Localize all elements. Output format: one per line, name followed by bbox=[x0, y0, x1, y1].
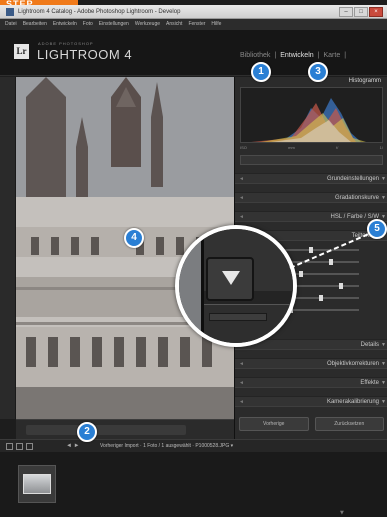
zoom-panel-body bbox=[204, 304, 293, 343]
filmstrip-toolbar: ◄ ► Vorheriger Import · 1 Foto / 1 ausge… bbox=[0, 439, 387, 452]
section-tone-curve[interactable]: Gradationskurve bbox=[235, 192, 387, 203]
filmstrip-thumbnail[interactable] bbox=[18, 465, 56, 503]
zoom-panel-control bbox=[209, 313, 267, 321]
menu-item-fenster[interactable]: Fenster bbox=[188, 19, 205, 30]
info-focal: mm bbox=[288, 145, 295, 150]
histogram-graph bbox=[241, 98, 366, 142]
histogram[interactable] bbox=[240, 87, 383, 143]
module-develop[interactable]: Entwickeln bbox=[280, 52, 313, 59]
product-name: LIGHTROOM 4 bbox=[37, 47, 133, 62]
histogram-title[interactable]: Histogramm bbox=[349, 78, 381, 84]
section-effects[interactable]: Effekte bbox=[235, 377, 387, 388]
panel-collapse-button[interactable] bbox=[206, 257, 254, 301]
zoom-callout bbox=[175, 225, 297, 347]
module-separator: | bbox=[317, 52, 320, 59]
window-1-icon[interactable] bbox=[6, 443, 13, 450]
step-marker-2: 2 bbox=[77, 422, 97, 442]
maximize-button[interactable]: □ bbox=[354, 7, 368, 17]
step-marker-4: 4 bbox=[124, 228, 144, 248]
module-separator: | bbox=[274, 52, 277, 59]
menu-bar: Datei Bearbeiten Entwickeln Foto Einstel… bbox=[0, 19, 387, 30]
step-marker-5: 5 bbox=[367, 219, 387, 239]
info-shutter: 1/ bbox=[379, 145, 383, 150]
section-camera-calibration[interactable]: Kamerakalibrierung bbox=[235, 396, 387, 407]
minimize-button[interactable]: – bbox=[339, 7, 353, 17]
panel-buttons: Vorherige Zurücksetzen bbox=[239, 417, 384, 431]
develop-tool-strip[interactable] bbox=[240, 155, 383, 165]
module-picker: Bibliothek | Entwickeln | Karte | bbox=[240, 52, 346, 59]
section-hsl[interactable]: HSL / Farbe / S/W bbox=[235, 211, 387, 222]
window-2-icon[interactable] bbox=[16, 443, 23, 450]
section-lens-corrections[interactable]: Objektivkorrekturen bbox=[235, 358, 387, 369]
step-marker-3: 3 bbox=[308, 62, 328, 82]
grid-icon[interactable] bbox=[26, 443, 33, 450]
triangle-down-icon bbox=[222, 271, 240, 285]
menu-item-hilfe[interactable]: Hilfe bbox=[211, 19, 221, 30]
menu-item-bearbeiten[interactable]: Bearbeiten bbox=[23, 19, 47, 30]
histogram-info: ISO mm f/ 1/ bbox=[240, 145, 383, 153]
step-marker-1: 1 bbox=[251, 62, 271, 82]
filmstrip: ▼ bbox=[0, 452, 387, 517]
zoom-photo-edge bbox=[179, 229, 201, 343]
info-aperture: f/ bbox=[336, 145, 339, 150]
identity-plate: Lr ADOBE PHOTOSHOP LIGHTROOM 4 Bibliothe… bbox=[0, 30, 387, 76]
window-title-bar: Lightroom 4 Catalog - Adobe Photoshop Li… bbox=[0, 5, 387, 19]
menu-item-datei[interactable]: Datei bbox=[5, 19, 17, 30]
filmstrip-scroll-arrow[interactable]: ▼ bbox=[340, 510, 344, 516]
toolbar-field[interactable] bbox=[26, 425, 186, 435]
menu-item-werkzeuge[interactable]: Werkzeuge bbox=[135, 19, 160, 30]
lightroom-app-icon bbox=[6, 8, 14, 16]
loupe-toolbar bbox=[16, 419, 234, 439]
info-iso: ISO bbox=[240, 145, 247, 150]
module-library[interactable]: Bibliothek bbox=[240, 52, 270, 59]
menu-item-entwickeln[interactable]: Entwickeln bbox=[53, 19, 77, 30]
lightroom-logo: Lr bbox=[14, 44, 29, 59]
menu-item-einstellungen[interactable]: Einstellungen bbox=[99, 19, 129, 30]
adobe-label: ADOBE PHOTOSHOP bbox=[38, 41, 94, 46]
previous-button[interactable]: Vorherige bbox=[239, 417, 309, 431]
window-title: Lightroom 4 Catalog - Adobe Photoshop Li… bbox=[18, 9, 181, 15]
menu-item-foto[interactable]: Foto bbox=[83, 19, 93, 30]
thumbnail-image bbox=[23, 474, 51, 494]
left-panel-collapsed[interactable] bbox=[0, 77, 16, 419]
module-map[interactable]: Karte bbox=[323, 52, 340, 59]
reset-button[interactable]: Zurücksetzen bbox=[314, 417, 384, 431]
menu-item-ansicht[interactable]: Ansicht bbox=[166, 19, 182, 30]
close-button[interactable]: × bbox=[369, 7, 383, 17]
module-separator: | bbox=[344, 52, 347, 59]
section-basic[interactable]: Grundeinstellungen bbox=[235, 173, 387, 184]
